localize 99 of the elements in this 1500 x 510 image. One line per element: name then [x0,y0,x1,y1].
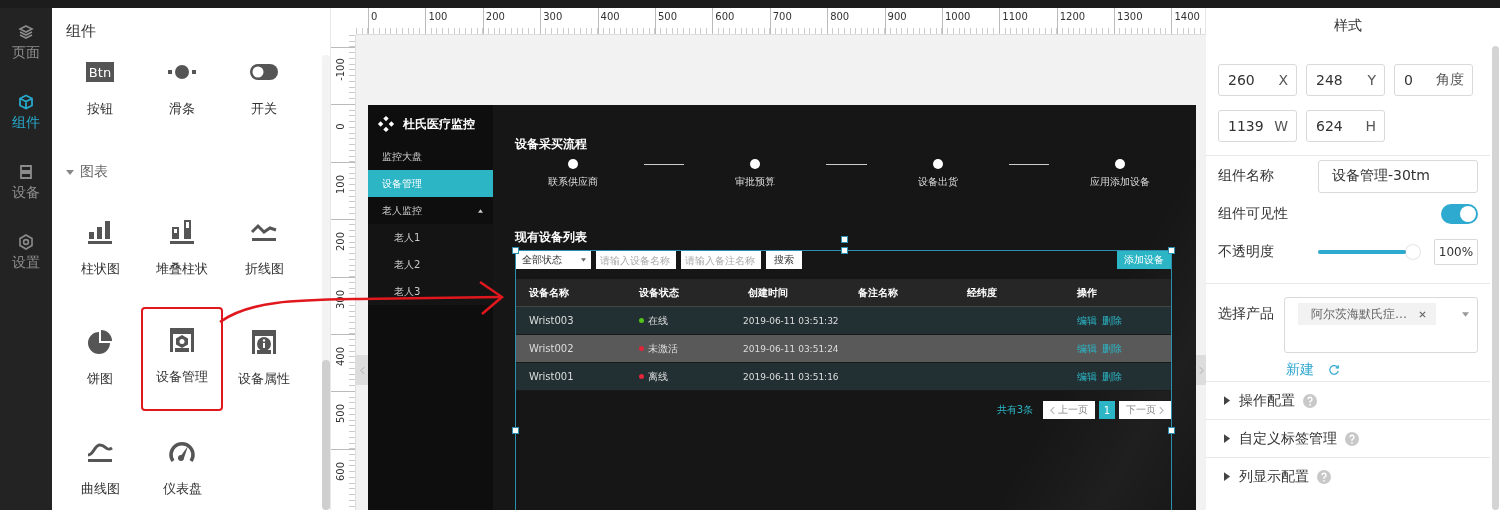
menu-item[interactable]: 老人2 [368,251,493,278]
component-item[interactable]: 开关 [223,41,305,151]
section-label: 列显示配置 [1239,467,1309,486]
next-page-button[interactable]: 下一页 [1119,401,1171,419]
number-field[interactable]: 260 X [1218,64,1297,96]
table-row[interactable]: Wrist003 在线 2019-06-11 03:51:32 编辑 删除 [516,307,1171,335]
field-label: 选择产品 [1218,305,1275,323]
ruler-label: 1100 [1002,11,1028,22]
component-item[interactable]: 曲线图 [59,421,141,510]
column-header: 备注名称 [856,285,899,300]
table-cell-text: 2019-06-11 03:51:24 [742,343,840,354]
ruler-label: 500 [657,11,678,22]
field-label: 组件名称 [1218,167,1275,185]
table-cell-text: 2019-06-11 03:51:32 [742,315,840,326]
number-field[interactable]: 0 角度 [1394,64,1473,96]
ruler-label: 200 [485,11,505,22]
field-label: 不透明度 [1218,243,1275,261]
action-link[interactable]: 删除 [1101,313,1122,328]
product-select[interactable]: 阿尔茨海默氏症… [1284,297,1478,353]
name-field[interactable]: 设备管理-30tm [1318,159,1478,193]
column-header: 操作 [1075,285,1098,300]
component-item[interactable]: 折线图 [223,201,305,311]
number-field[interactable]: 1139 W [1218,110,1297,142]
ruler-label: 1000 [944,11,971,22]
component-item[interactable]: 仪表盘 [141,421,223,510]
field-label: 组件可见性 [1218,205,1289,223]
button-icon: Btn [85,62,115,82]
section-header[interactable]: 图表 [59,151,321,201]
panel-title: 样式 [1333,16,1363,35]
ruler-label: 600 [334,460,346,483]
step-label: 设备出货 [917,175,958,189]
menu-item[interactable]: 老人监控 [368,197,493,224]
ruler-label: 500 [334,403,346,426]
step-label: 审批预算 [735,175,776,189]
search-button[interactable]: 搜索 [766,251,802,269]
column-header: 经纬度 [966,285,998,300]
ruler-label: 800 [830,11,850,22]
nav-item[interactable]: 组件 [0,90,52,160]
ruler-label: 700 [772,11,792,22]
number-field[interactable]: 248 Y [1306,64,1385,96]
ruler-label: 0 [334,122,346,133]
ruler-label: 900 [887,11,907,22]
component-item[interactable]: 滑条 [141,41,223,151]
collapsible-section[interactable]: 操作配置 [1206,381,1490,419]
status-dropdown[interactable]: 全部状态 [516,251,591,269]
status-text: 在线 [647,313,668,328]
ruler-label: 300 [543,11,563,22]
ruler-label: 400 [334,345,346,368]
total-count: 共有3条 [996,403,1033,417]
action-link[interactable]: 删除 [1101,369,1122,384]
menu-item[interactable]: 监控大盘 [368,143,493,170]
ruler-label: 1400 [1174,11,1200,22]
component-item[interactable]: 柱状图 [59,201,141,311]
component-item[interactable]: Btn 按钮 [59,41,141,151]
number-field[interactable]: 624 H [1306,110,1385,142]
table-cell-text: Wrist001 [528,371,575,382]
component-item[interactable]: 设备管理 [141,307,223,411]
column-header: 设备状态 [637,285,680,300]
column-header: 设备名称 [528,285,570,300]
step-label: 联系供应商 [548,175,598,189]
component-item[interactable]: 饼图 [59,311,141,421]
status-text: 离线 [647,369,668,384]
menu-item[interactable]: 老人3 [368,278,493,305]
table-cell-text: 2019-06-11 03:51:16 [742,371,840,382]
action-link[interactable]: 编辑 [1076,369,1097,384]
section-label: 自定义标签管理 [1239,429,1337,448]
prev-page-button[interactable]: 上一页 [1043,401,1095,419]
section-label: 操作配置 [1239,391,1295,410]
ruler-label: 1200 [1059,11,1086,22]
nav-item[interactable]: 设备 [0,160,52,230]
ruler-label: 100 [334,173,346,196]
action-link[interactable]: 编辑 [1076,313,1097,328]
nav-item[interactable]: 设置 [0,230,52,300]
section-title: 现有设备列表 [515,229,587,243]
brand-title: 杜氏医疗监控 [403,115,475,133]
table-cell-text: Wrist002 [528,343,575,354]
component-item[interactable]: 设备属性 [223,311,305,421]
ruler-label: 400 [600,11,620,22]
panel-title: 组件 [65,21,97,41]
table-cell-text: Wrist003 [528,315,575,326]
ruler-label: 200 [334,231,346,254]
step-label: 应用添加设备 [1090,175,1150,189]
collapsible-section[interactable]: 列显示配置 [1206,457,1490,495]
ruler-label: 0 [371,11,378,22]
ruler-label: 1300 [1117,11,1143,22]
table-row[interactable]: Wrist001 离线 2019-06-11 03:51:16 编辑 删除 [516,363,1171,391]
column-header: 创建时间 [747,285,789,300]
ruler-label: 100 [428,11,448,22]
opacity-field[interactable]: 100% [1434,239,1478,265]
input-field[interactable]: 请输入设备名称 [596,251,676,269]
ruler-label: 600 [715,11,735,22]
nav-item[interactable]: 页面 [0,20,52,90]
collapsible-section[interactable]: 自定义标签管理 [1206,419,1490,457]
status-text: 未激活 [647,341,678,356]
menu-item[interactable]: 老人1 [368,224,493,251]
section-title: 设备采买流程 [515,136,587,150]
ruler-label: -100 [334,57,346,83]
product-tag[interactable]: 阿尔茨海默氏症… [1298,303,1436,325]
input-field[interactable]: 请输入备注名称 [681,251,761,269]
